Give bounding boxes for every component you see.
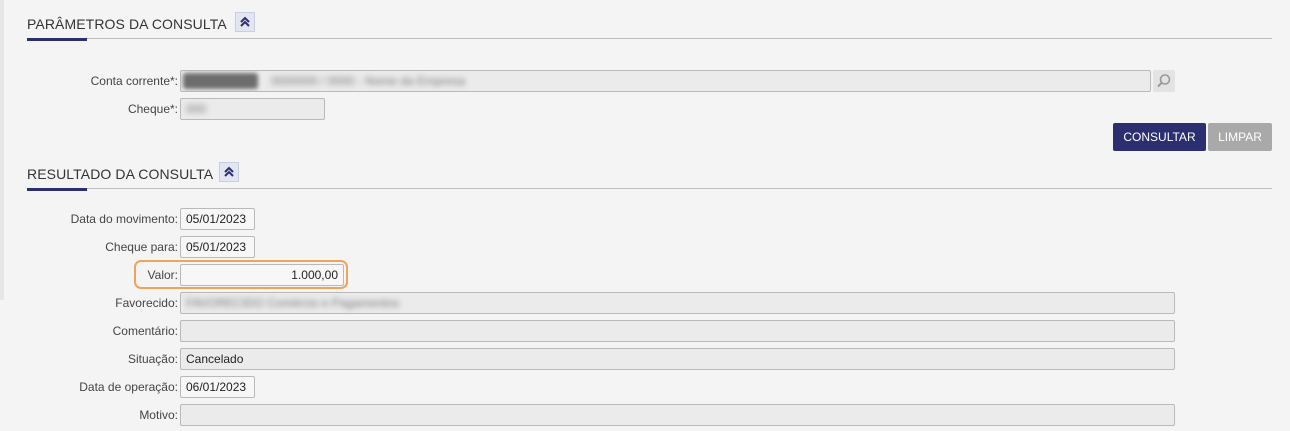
conta-corrente-value: 0000000 / 0000 - Nome da Empresa: [271, 74, 466, 88]
data-movimento-label: Data do movimento:: [70, 212, 178, 226]
comentario-row: Comentário:: [0, 320, 178, 342]
data-movimento-row: Data do movimento:: [0, 208, 178, 230]
valor-field[interactable]: 1.000,00: [180, 264, 344, 286]
conta-corrente-field[interactable]: 0000000 / 0000 - Nome da Empresa: [180, 70, 1151, 92]
result-title: RESULTADO DA CONSULTA: [27, 166, 214, 182]
cheque-para-row: Cheque para:: [0, 236, 178, 258]
cheque-label: Cheque*:: [127, 102, 178, 116]
result-section-header: RESULTADO DA CONSULTA: [27, 162, 1272, 202]
params-accent: [27, 38, 87, 41]
cheque-field[interactable]: 000: [180, 98, 325, 120]
motivo-row: Motivo:: [0, 404, 178, 426]
limpar-button[interactable]: LIMPAR: [1208, 123, 1272, 151]
conta-corrente-label: Conta corrente*:: [90, 74, 178, 88]
search-button[interactable]: [1153, 70, 1175, 92]
valor-row: Valor:: [0, 264, 178, 286]
params-divider: [27, 38, 1272, 39]
favorecido-field[interactable]: FAVORECIDO Comércio e Pagamentos: [180, 292, 1175, 314]
conta-corrente-row: Conta corrente*:: [0, 70, 178, 92]
cheque-para-label: Cheque para:: [105, 240, 178, 254]
params-title: PARÂMETROS DA CONSULTA: [27, 16, 227, 32]
situacao-field[interactable]: Cancelado: [180, 348, 1175, 370]
cheque-value: 000: [186, 102, 207, 116]
cheque-row: Cheque*:: [0, 98, 178, 120]
result-collapse-button[interactable]: [219, 162, 239, 182]
data-operacao-label: Data de operação:: [79, 380, 178, 394]
valor-label: Valor:: [147, 268, 178, 282]
situacao-row: Situação:: [0, 348, 178, 370]
motivo-label: Motivo:: [139, 408, 178, 422]
situacao-label: Situação:: [127, 352, 178, 366]
double-chevron-up-icon: [224, 166, 234, 177]
params-section-header: PARÂMETROS DA CONSULTA: [27, 12, 1272, 52]
result-divider: [27, 188, 1272, 189]
redaction-mark: [183, 73, 258, 89]
params-collapse-button[interactable]: [235, 12, 255, 32]
comentario-label: Comentário:: [112, 324, 178, 338]
motivo-field[interactable]: [180, 404, 1175, 426]
comentario-field[interactable]: [180, 320, 1175, 342]
search-icon: [1157, 74, 1171, 88]
favorecido-value: FAVORECIDO Comércio e Pagamentos: [186, 296, 400, 310]
data-operacao-field[interactable]: 06/01/2023: [180, 376, 255, 398]
double-chevron-up-icon: [240, 16, 250, 27]
data-operacao-row: Data de operação:: [0, 376, 178, 398]
result-accent: [27, 188, 87, 191]
data-movimento-field[interactable]: 05/01/2023: [180, 208, 255, 230]
cheque-para-field[interactable]: 05/01/2023: [180, 236, 255, 258]
consultar-button[interactable]: CONSULTAR: [1113, 123, 1206, 151]
favorecido-row: Favorecido:: [0, 292, 178, 314]
favorecido-label: Favorecido:: [115, 296, 178, 310]
